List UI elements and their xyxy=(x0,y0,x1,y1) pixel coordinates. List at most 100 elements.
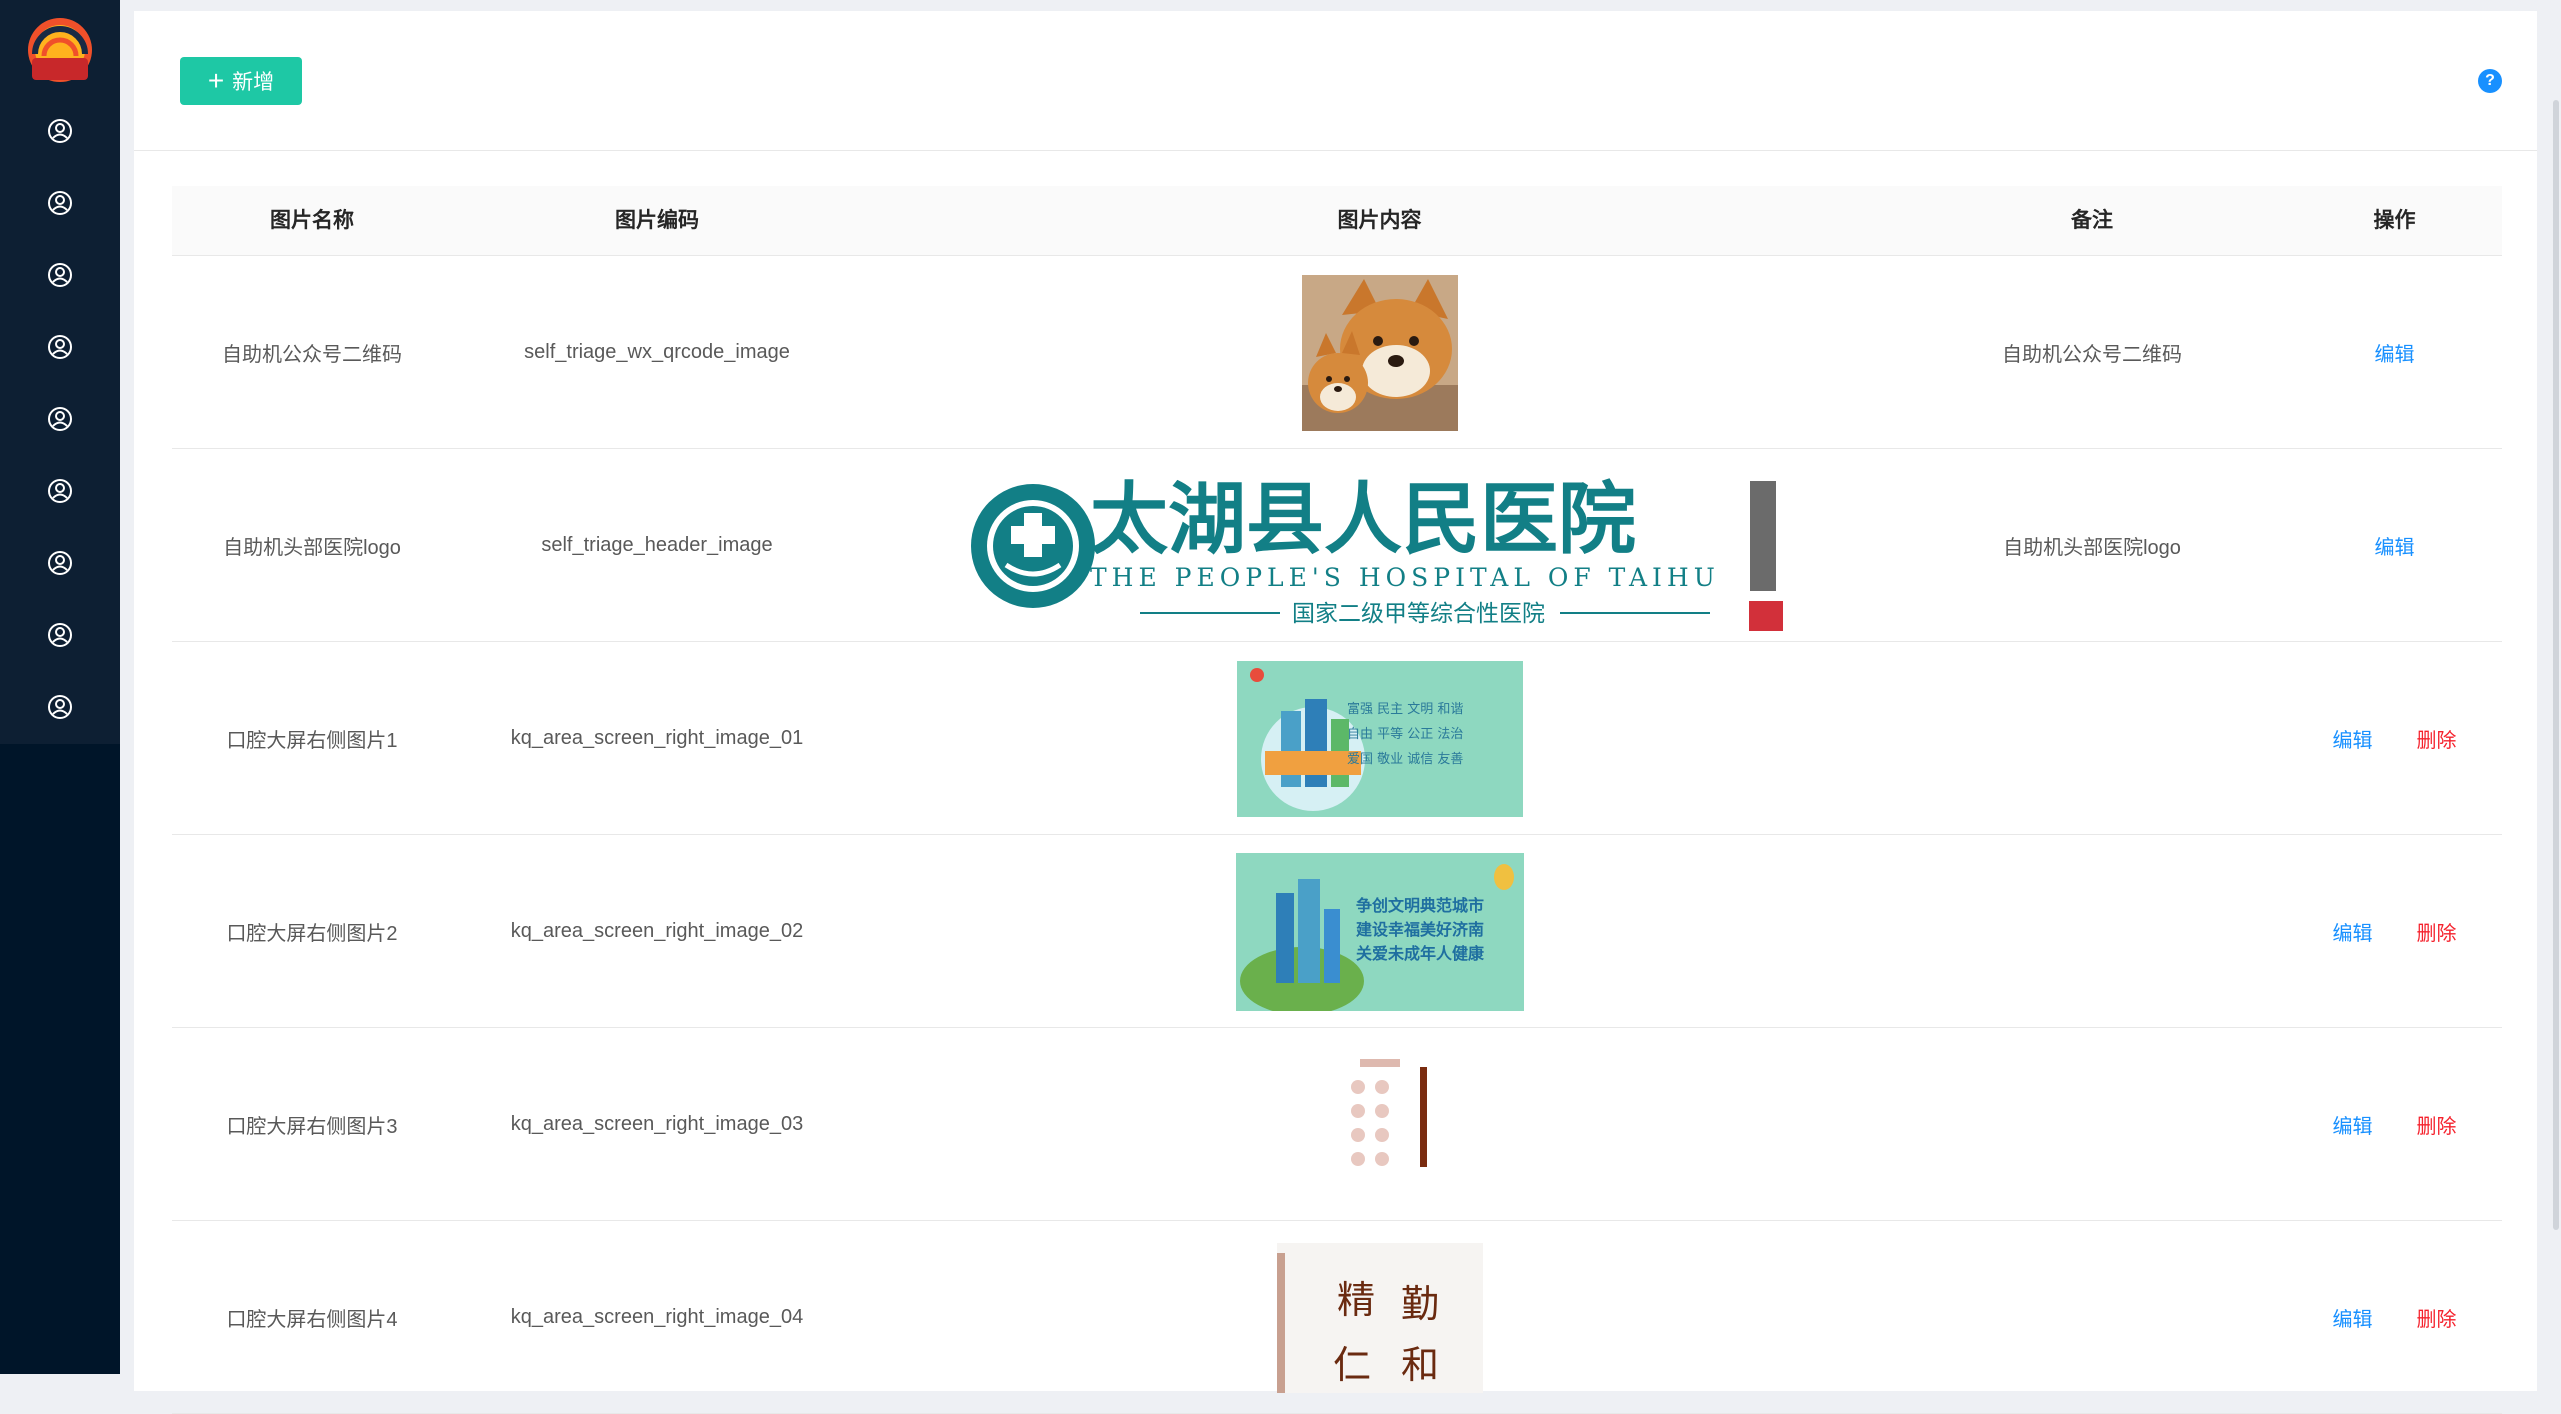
user-circle-icon xyxy=(48,407,72,431)
edit-link[interactable]: 编辑 xyxy=(2333,724,2373,753)
civilized-city-banner: 争创文明典范城市 建设幸福美好济南 关爱未成年人健康 xyxy=(1235,852,1524,1011)
user-circle-icon xyxy=(48,191,72,215)
motto-char-3: 仁 xyxy=(1333,1343,1371,1387)
column-header-name: 图片名称 xyxy=(270,209,354,232)
sidebar xyxy=(0,0,120,1374)
image-table: 图片名称 图片编码 图片内容 备注 操作 自助机公众号二维码 self_tria… xyxy=(172,186,2502,1414)
user-circle-icon xyxy=(48,263,72,287)
nav-item-5[interactable] xyxy=(0,383,120,455)
shiba-dog-photo xyxy=(1301,274,1458,431)
edit-link[interactable]: 编辑 xyxy=(2375,338,2415,367)
edit-link[interactable]: 编辑 xyxy=(2333,917,2373,946)
user-circle-icon xyxy=(48,479,72,503)
cell-image: 富强 民主 文明 和谐 自由 平等 公正 法治 爱国 敬业 诚信 友善 xyxy=(862,642,1897,835)
hospital-grade: 国家二级甲等综合性医院 xyxy=(1292,601,1545,627)
civic-values-line-2: 自由 平等 公正 法治 xyxy=(1347,726,1463,742)
toolbar: + 新增 ? xyxy=(134,11,2537,151)
hospital-name-cn: 太湖县人民医院 xyxy=(1090,474,1636,565)
add-button-label: 新增 xyxy=(232,71,275,94)
motto-char-1: 精 xyxy=(1337,1278,1375,1322)
civilized-city-line-3: 关爱未成年人健康 xyxy=(1356,944,1485,963)
cell-code: kq_area_screen_right_image_01 xyxy=(510,727,804,749)
table-row: 口腔大屏右侧图片4 kq_area_screen_right_image_04 … xyxy=(172,1221,2502,1414)
main-content: + 新增 ? 图片名称 图片编码 图片内容 备注 操作 自助机公众号二维码 se… xyxy=(134,11,2537,1414)
column-header-content: 图片内容 xyxy=(1337,209,1422,232)
edit-link[interactable]: 编辑 xyxy=(2333,1303,2373,1332)
civic-values-line-3: 爱国 敬业 诚信 友善 xyxy=(1347,751,1463,767)
page-scrollbar[interactable] xyxy=(2553,100,2559,1230)
column-header-code: 图片编码 xyxy=(615,209,699,232)
column-header-note: 备注 xyxy=(2071,209,2113,232)
cell-name: 口腔大屏右侧图片4 xyxy=(226,1309,398,1331)
delete-link[interactable]: 删除 xyxy=(2417,724,2457,753)
column-header-ops: 操作 xyxy=(2373,209,2416,232)
nav-item-7[interactable] xyxy=(0,527,120,599)
table-row: 口腔大屏右侧图片3 kq_area_screen_right_image_03 … xyxy=(172,1028,2502,1221)
cell-image: 争创文明典范城市 建设幸福美好济南 关爱未成年人健康 xyxy=(862,835,1897,1028)
table-row: 口腔大屏右侧图片2 kq_area_screen_right_image_02 … xyxy=(172,835,2502,1028)
nav-item-8[interactable] xyxy=(0,599,120,671)
cell-note xyxy=(1897,1028,2287,1221)
cell-note xyxy=(1897,835,2287,1028)
cell-code: self_triage_wx_qrcode_image xyxy=(524,341,790,363)
user-circle-icon xyxy=(48,551,72,575)
user-circle-icon xyxy=(48,119,72,143)
user-circle-icon xyxy=(48,335,72,359)
civilized-city-line-2: 建设幸福美好济南 xyxy=(1356,920,1484,939)
sidebar-menu xyxy=(0,0,120,744)
nav-item-6[interactable] xyxy=(0,455,120,527)
nav-item-1[interactable] xyxy=(0,95,120,167)
hospital-logo-banner: 太湖县人民医院 THE PEOPLE'S HOSPITAL OF TAIHU 国… xyxy=(970,474,1783,631)
help-icon[interactable]: ? xyxy=(2478,69,2502,93)
cell-image xyxy=(862,1028,1897,1221)
motto-calligraphy-image: 精 勤 仁 和 xyxy=(1276,1242,1483,1393)
hospital-name-en: THE PEOPLE'S HOSPITAL OF TAIHU xyxy=(1090,563,1720,592)
delete-link[interactable]: 删除 xyxy=(2417,1110,2457,1139)
motto-char-4: 和 xyxy=(1401,1343,1439,1387)
calligraphy-panel-image xyxy=(1301,1046,1458,1203)
nav-item-4[interactable] xyxy=(0,311,120,383)
cell-image xyxy=(862,256,1897,449)
nav-item-9[interactable] xyxy=(0,671,120,743)
civic-values-line-1: 富强 民主 文明 和谐 xyxy=(1347,701,1463,717)
edit-link[interactable]: 编辑 xyxy=(2333,1110,2373,1139)
nav-item-2[interactable] xyxy=(0,167,120,239)
cell-operations: 编辑 删除 xyxy=(2287,1221,2502,1414)
add-button[interactable]: + 新增 xyxy=(180,57,302,105)
cell-note: 自助机头部医院logo xyxy=(2003,537,2181,559)
cell-name: 口腔大屏右侧图片3 xyxy=(226,1116,398,1138)
cell-name: 口腔大屏右侧图片1 xyxy=(226,730,398,752)
cell-operations: 编辑 删除 xyxy=(2287,835,2502,1028)
cell-code: kq_area_screen_right_image_03 xyxy=(510,1113,804,1135)
cell-name: 自助机公众号二维码 xyxy=(222,344,402,366)
cell-operations: 编辑 删除 xyxy=(2287,1028,2502,1221)
delete-link[interactable]: 删除 xyxy=(2417,1303,2457,1332)
cell-operations: 编辑 xyxy=(2287,256,2502,449)
cell-image: 精 勤 仁 和 xyxy=(862,1221,1897,1414)
table-row: 自助机头部医院logo self_triage_header_image 太湖县… xyxy=(172,449,2502,642)
table-row: 口腔大屏右侧图片1 kq_area_screen_right_image_01 … xyxy=(172,642,2502,835)
civilized-city-line-1: 争创文明典范城市 xyxy=(1356,896,1484,915)
cell-operations: 编辑 删除 xyxy=(2287,642,2502,835)
nav-item-3[interactable] xyxy=(0,239,120,311)
cell-name: 口腔大屏右侧图片2 xyxy=(226,923,398,945)
app-logo-icon xyxy=(28,18,92,82)
cell-code: self_triage_header_image xyxy=(541,534,773,556)
cell-operations: 编辑 xyxy=(2287,449,2502,642)
cell-note xyxy=(1897,642,2287,835)
user-circle-icon xyxy=(48,623,72,647)
plus-icon: + xyxy=(207,65,225,96)
edit-link[interactable]: 编辑 xyxy=(2375,531,2415,560)
cell-image: 太湖县人民医院 THE PEOPLE'S HOSPITAL OF TAIHU 国… xyxy=(862,449,1897,642)
delete-link[interactable]: 删除 xyxy=(2417,917,2457,946)
table-row: 自助机公众号二维码 self_triage_wx_qrcode_image 自助… xyxy=(172,256,2502,449)
user-circle-icon xyxy=(48,695,72,719)
cell-code: kq_area_screen_right_image_04 xyxy=(510,1306,804,1328)
civic-values-banner: 富强 民主 文明 和谐 自由 平等 公正 法治 爱国 敬业 诚信 友善 xyxy=(1236,660,1523,817)
cell-name: 自助机头部医院logo xyxy=(223,537,401,559)
cell-note: 自助机公众号二维码 xyxy=(2002,344,2182,366)
cell-note xyxy=(1897,1221,2287,1414)
cell-code: kq_area_screen_right_image_02 xyxy=(510,920,804,942)
motto-char-2: 勤 xyxy=(1401,1282,1439,1326)
table-header: 图片名称 图片编码 图片内容 备注 操作 xyxy=(172,186,2502,256)
